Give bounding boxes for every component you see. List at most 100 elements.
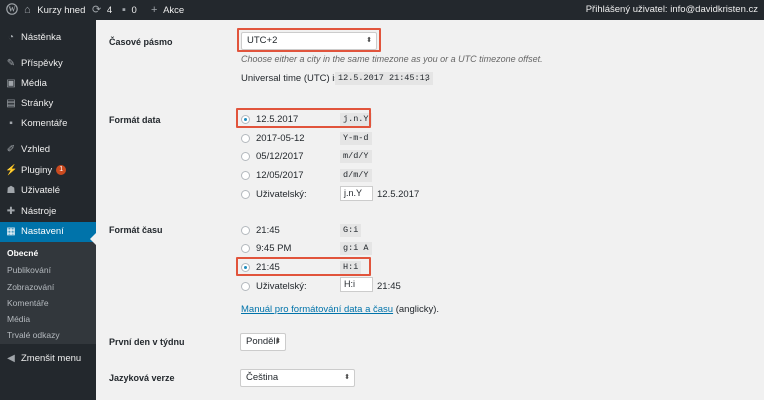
active-menu-arrow <box>90 233 96 245</box>
date-format-display-3: 05/12/2017 <box>256 151 304 162</box>
comment-icon: ▪ <box>122 4 126 16</box>
week-start-select[interactable]: Pondělí ⬍ <box>240 333 286 351</box>
select-arrows-icon: ⬍ <box>275 338 281 345</box>
time-format-code-1: G:i <box>340 224 362 237</box>
brush-icon: ✐ <box>6 144 16 155</box>
sidebar-item-plugins[interactable]: ⚡ Pluginy 1 <box>0 161 96 181</box>
date-format-radio-custom[interactable] <box>241 190 250 199</box>
week-start-value: Pondělí <box>246 336 279 347</box>
language-label: Jazyková verze <box>109 373 175 383</box>
new-content-label: Akce <box>163 4 185 16</box>
utc-time-value: 12.5.2017 21:45:13 <box>335 72 433 85</box>
date-format-custom-input[interactable]: j.n.Y <box>340 186 373 201</box>
time-format-highlight <box>236 257 371 276</box>
updates-icon: ⟳ <box>92 4 102 16</box>
sidebar-item-label: Uživatelé <box>21 185 61 196</box>
collapse-menu-label: Zmenšit menu <box>21 353 82 364</box>
sidebar-item-appearance[interactable]: ✐ Vzhled <box>0 140 96 160</box>
sidebar-item-label: Média <box>21 78 47 89</box>
submenu-item-media[interactable]: Média <box>7 312 30 326</box>
sidebar-item-tools[interactable]: ✚ Nástroje <box>0 202 96 222</box>
sidebar-item-label: Stránky <box>21 98 54 109</box>
language-select[interactable]: Čeština ⬍ <box>240 369 355 387</box>
format-docs-row: Manuál pro formátování data a času (angl… <box>241 304 439 315</box>
sidebar-item-label: Vzhled <box>21 144 51 155</box>
sidebar-item-dashboard[interactable]: ◔ Nástěnka <box>0 28 96 48</box>
timezone-description: Choose either a city in the same timezon… <box>241 54 543 64</box>
select-arrows-icon: ⬍ <box>344 374 350 381</box>
submenu-item-reading[interactable]: Zobrazování <box>7 280 54 294</box>
date-format-label: Formát data <box>109 115 161 125</box>
date-format-custom-preview: 12.5.2017 <box>377 189 420 200</box>
week-start-label: První den v týdnu <box>109 337 185 347</box>
sidebar-item-label: Komentáře <box>21 118 68 129</box>
admin-sidebar: ◔ Nástěnka ✎ Příspěvky ▣ Média ▤ Stránky… <box>0 20 96 400</box>
date-format-code-3: m/d/Y <box>340 150 372 163</box>
plus-icon: + <box>151 4 158 16</box>
updates-link[interactable]: ⟳ 4 <box>92 0 112 20</box>
time-format-custom-input[interactable]: H:i <box>340 277 373 292</box>
time-format-display-1: 21:45 <box>256 225 280 236</box>
time-format-custom-preview: 21:45 <box>377 281 401 292</box>
date-format-custom-label: Uživatelský: <box>256 189 307 200</box>
pin-icon: ✎ <box>6 58 16 69</box>
utc-prefix: Universal time (UTC) is <box>241 73 340 84</box>
sidebar-item-label: Pluginy <box>21 165 53 176</box>
time-format-custom-label: Uživatelský: <box>256 281 307 292</box>
sidebar-item-label: Nástěnka <box>21 32 62 43</box>
wrench-icon: ✚ <box>6 206 16 217</box>
submenu-item-permalinks[interactable]: Trvalé odkazy <box>7 328 60 342</box>
date-format-code-2: Y-m-d <box>340 132 372 145</box>
time-format-radio-1[interactable] <box>241 226 250 235</box>
user-account-link[interactable]: Přihlášený uživatel: info@davidkristen.c… <box>586 0 758 20</box>
plugin-update-badge: 1 <box>56 165 67 176</box>
admin-bar: W ⌂ Kurzy hned ⟳ 4 ▪ 0 + Akce Přihlášený… <box>0 0 764 20</box>
date-format-radio-2[interactable] <box>241 134 250 143</box>
comments-count: 0 <box>131 4 137 16</box>
comments-link[interactable]: ▪ 0 <box>122 0 137 20</box>
submenu-item-discussion[interactable]: Komentáře <box>7 296 49 310</box>
plugin-icon: ⚡ <box>5 165 18 176</box>
page-icon: ▤ <box>6 98 16 109</box>
utc-suffix: . <box>425 73 428 84</box>
sidebar-item-media[interactable]: ▣ Média <box>0 74 96 94</box>
svg-text:W: W <box>9 6 16 14</box>
home-icon: ⌂ <box>24 4 31 16</box>
sidebar-item-pages[interactable]: ▤ Stránky <box>0 94 96 114</box>
media-icon: ▣ <box>6 78 16 89</box>
submenu-item-writing[interactable]: Publikování <box>7 263 51 277</box>
format-docs-link[interactable]: Manuál pro formátování data a času <box>241 304 393 315</box>
sidebar-item-label: Nastavení <box>21 226 64 237</box>
time-format-radio-custom[interactable] <box>241 282 250 291</box>
time-format-label: Formát času <box>109 225 163 235</box>
settings-icon: ▦ <box>6 226 16 237</box>
submenu-item-general[interactable]: Obecné <box>7 246 38 260</box>
date-format-display-2: 2017-05-12 <box>256 133 305 144</box>
timezone-highlight <box>237 28 381 52</box>
sidebar-item-settings[interactable]: ▦ Nastavení <box>0 222 96 242</box>
sidebar-item-comments[interactable]: ▪ Komentáře <box>0 114 96 134</box>
time-format-radio-2[interactable] <box>241 244 250 253</box>
sidebar-item-label: Nástroje <box>21 206 57 217</box>
collapse-arrow-icon: ◀ <box>7 353 15 364</box>
site-name: Kurzy hned <box>37 4 86 16</box>
date-format-code-4: d/m/Y <box>340 169 372 182</box>
sidebar-item-label: Příspěvky <box>21 58 63 69</box>
dashboard-icon: ◔ <box>7 32 15 43</box>
timezone-label: Časové pásmo <box>109 37 173 47</box>
date-format-radio-4[interactable] <box>241 171 250 180</box>
time-format-code-2: g:i A <box>340 242 372 255</box>
format-docs-suffix: (anglicky). <box>393 304 440 315</box>
date-format-highlight <box>236 108 371 128</box>
user-icon: ☗ <box>6 185 16 196</box>
comment-icon: ▪ <box>9 118 13 129</box>
collapse-menu-button[interactable]: ◀ Zmenšit menu <box>0 349 96 369</box>
date-format-radio-3[interactable] <box>241 152 250 161</box>
date-format-display-4: 12/05/2017 <box>256 170 304 181</box>
wordpress-logo-icon[interactable]: W <box>6 0 18 20</box>
sidebar-item-users[interactable]: ☗ Uživatelé <box>0 181 96 201</box>
new-content-link[interactable]: + Akce <box>151 0 184 20</box>
sidebar-item-posts[interactable]: ✎ Příspěvky <box>0 54 96 74</box>
site-home-link[interactable]: ⌂ Kurzy hned <box>24 0 85 20</box>
language-value: Čeština <box>246 372 279 383</box>
